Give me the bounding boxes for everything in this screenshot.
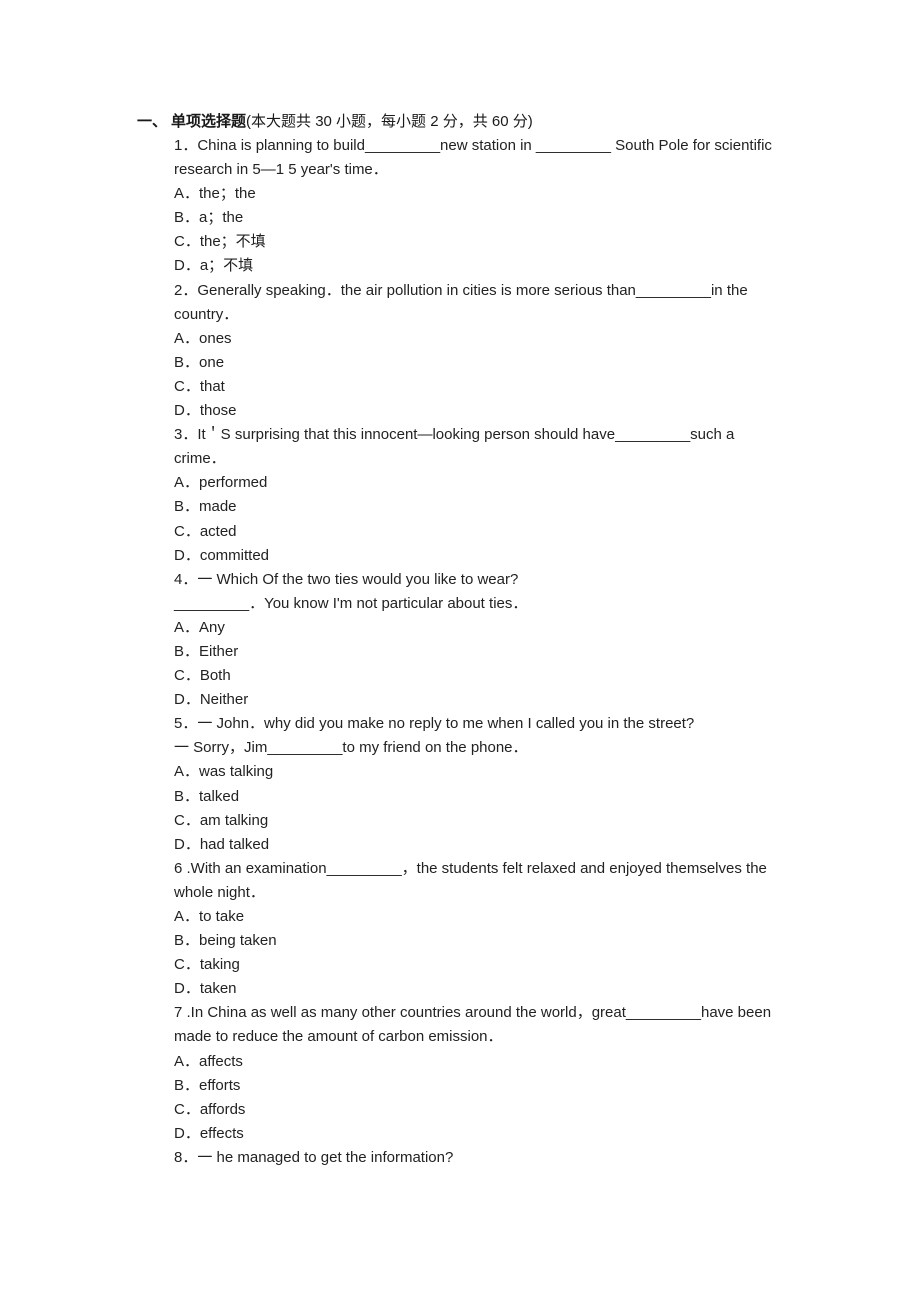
question-8: 8．一 he managed to get the information?: [174, 1146, 785, 1170]
question-stem: 5．一 John．why did you make no reply to me…: [174, 715, 695, 733]
option-d: D．those: [174, 402, 237, 420]
section-note: (本大题共 30 小题，每小题 2 分，共 60 分): [246, 113, 533, 130]
option-d: D．a；不填: [174, 257, 254, 275]
question-6: 6 .With an examination_________，the stud…: [174, 857, 785, 1002]
section-heading: 一、 单项选择题(本大题共 30 小题，每小题 2 分，共 60 分): [137, 110, 533, 134]
question-stem: 一 Sorry，Jim_________to my friend on the …: [174, 739, 528, 757]
question-1: 1．China is planning to build_________new…: [174, 134, 785, 279]
question-4: 4．一 Which Of the two ties would you like…: [174, 568, 785, 713]
question-stem: 7 .In China as well as many other countr…: [174, 1004, 772, 1022]
option-d: D．Neither: [174, 691, 249, 709]
option-c: C．that: [174, 377, 225, 395]
option-d: D．committed: [174, 546, 270, 564]
option-b: B．one: [174, 353, 225, 371]
question-stem: _________．You know I'm not particular ab…: [174, 594, 528, 612]
question-stem: 2．Generally speaking．the air pollution i…: [174, 281, 748, 299]
option-a: A．ones: [174, 329, 232, 347]
question-list: 1．China is planning to build_________new…: [174, 134, 785, 1170]
option-c: C．acted: [174, 522, 237, 540]
question-stem: whole night．: [174, 883, 265, 901]
option-c: C．the；不填: [174, 233, 266, 251]
question-3: 3．It＇S surprising that this innocent—loo…: [174, 423, 785, 568]
question-stem: 1．China is planning to build_________new…: [174, 137, 772, 154]
question-stem: 8．一 he managed to get the information?: [174, 1148, 454, 1166]
option-c: C．affords: [174, 1100, 246, 1118]
option-c: C．taking: [174, 956, 240, 974]
option-b: B．a；the: [174, 209, 244, 227]
option-b: B．efforts: [174, 1076, 241, 1094]
option-b: B．being taken: [174, 932, 277, 950]
option-a: A．the；the: [174, 185, 256, 203]
question-stem: 4．一 Which Of the two ties would you like…: [174, 570, 519, 588]
option-a: A．Any: [174, 618, 225, 636]
option-b: B．made: [174, 498, 237, 516]
option-a: A．was talking: [174, 763, 274, 781]
option-a: A．performed: [174, 474, 268, 492]
option-d: D．taken: [174, 980, 237, 998]
option-b: B．Either: [174, 642, 239, 660]
document-page: 一、 单项选择题(本大题共 30 小题，每小题 2 分，共 60 分) 1．Chi…: [0, 0, 920, 1302]
question-stem: made to reduce the amount of carbon emis…: [174, 1028, 503, 1046]
question-stem: research in 5—1 5 year's time．: [174, 161, 388, 179]
question-7: 7 .In China as well as many other countr…: [174, 1001, 785, 1146]
question-5: 5．一 John．why did you make no reply to me…: [174, 712, 785, 857]
option-b: B．talked: [174, 787, 240, 805]
section-title: 单项选择题: [171, 113, 247, 130]
question-stem: country．: [174, 305, 239, 323]
option-d: D．had talked: [174, 835, 270, 853]
option-a: A．to take: [174, 908, 245, 925]
option-c: C．Both: [174, 667, 231, 685]
question-stem: crime．: [174, 450, 226, 468]
option-c: C．am talking: [174, 811, 269, 829]
option-d: D．effects: [174, 1124, 244, 1142]
question-stem: 3．It＇S surprising that this innocent—loo…: [174, 426, 735, 444]
section-number: 一、: [137, 113, 168, 130]
question-stem: 6 .With an examination_________，the stud…: [174, 859, 767, 877]
question-2: 2．Generally speaking．the air pollution i…: [174, 279, 785, 424]
option-a: A．affects: [174, 1052, 243, 1070]
